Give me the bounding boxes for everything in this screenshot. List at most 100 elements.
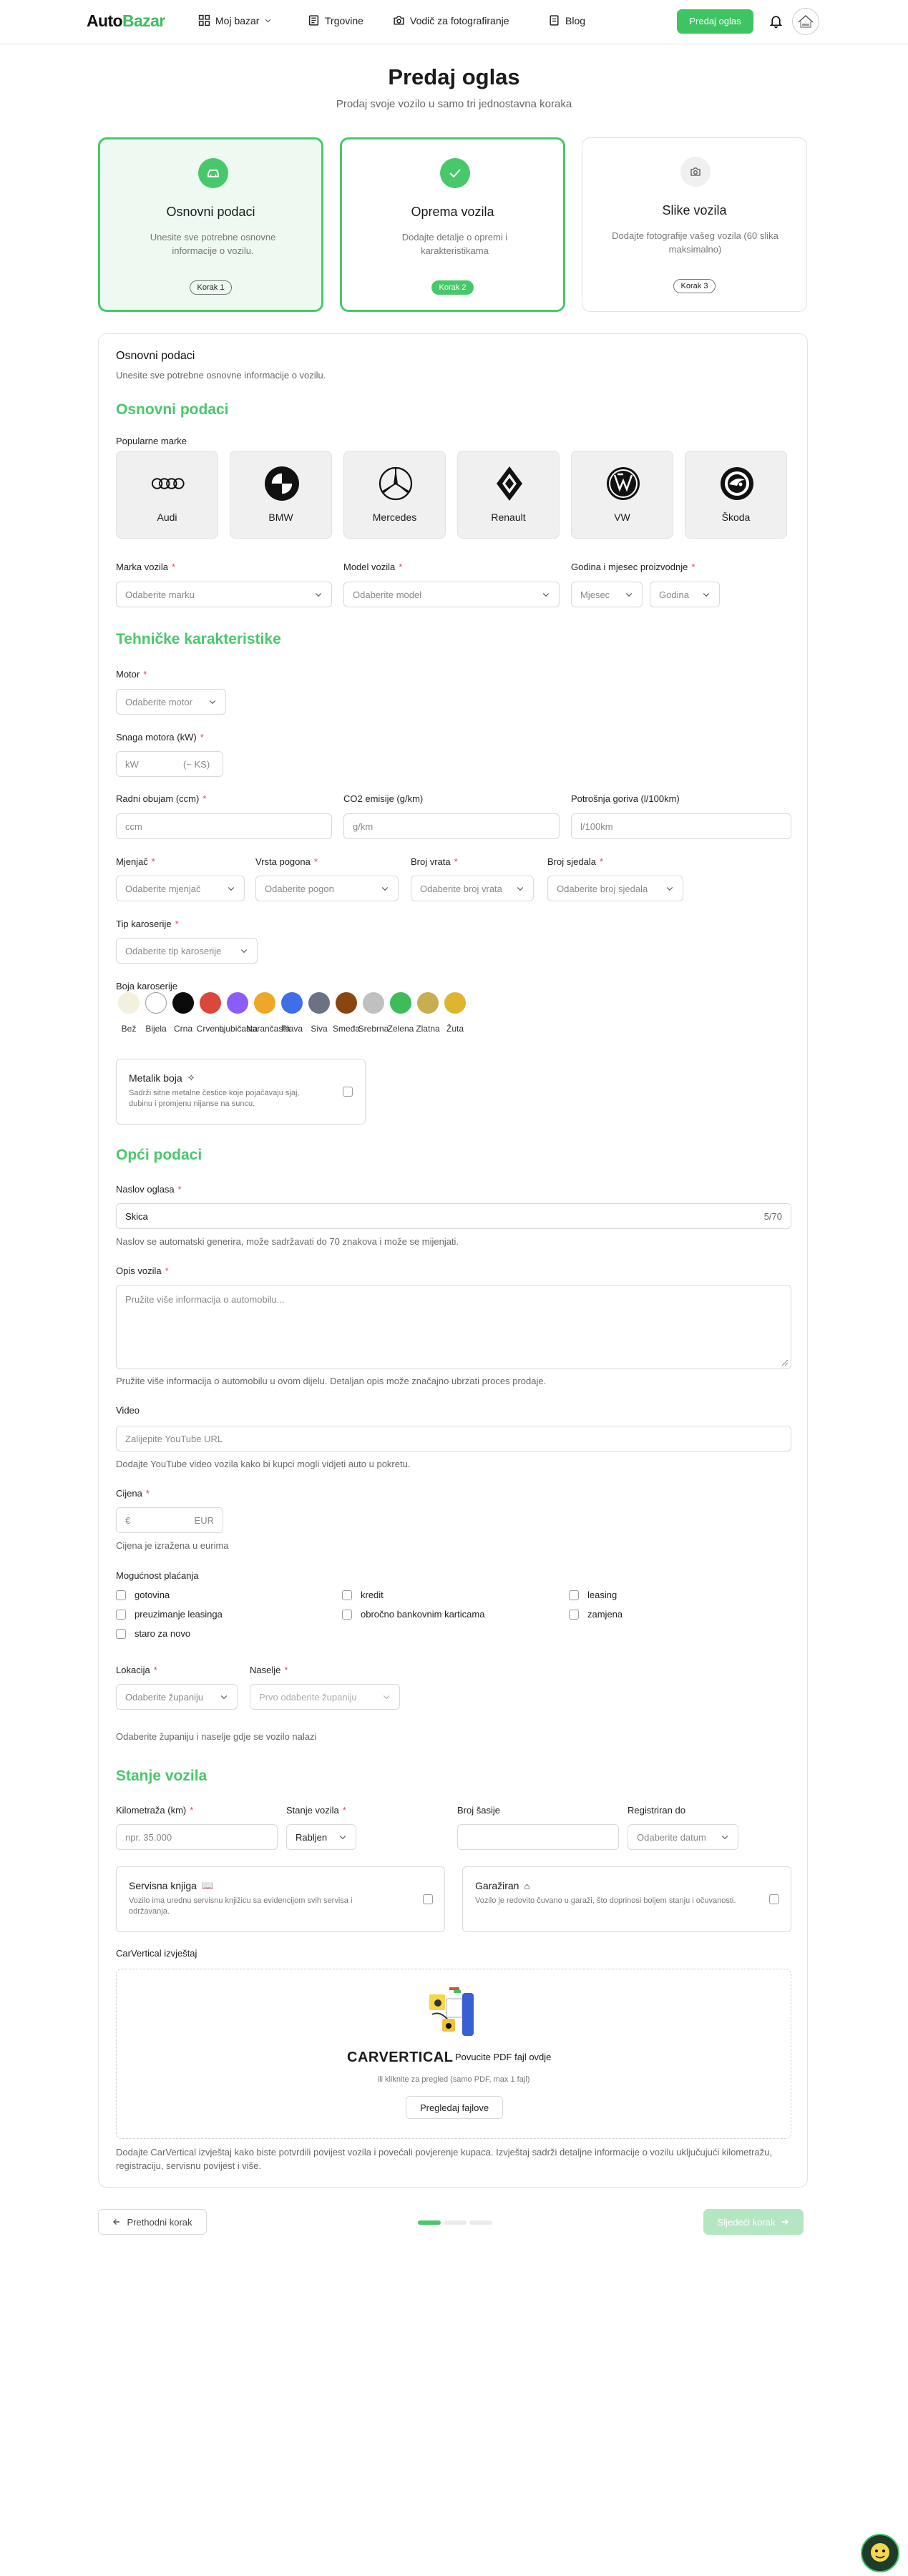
nav-trgovine[interactable]: Trgovine	[308, 14, 363, 26]
chevron-down-icon	[240, 949, 248, 954]
card-subtitle: Unesite sve potrebne osnovne informacije…	[116, 370, 326, 381]
nav-moj-bazar[interactable]: Moj bazar	[198, 14, 272, 26]
opis-textarea[interactable]: Pružite više informacija o automobilu...	[116, 1285, 791, 1369]
color-swatch[interactable]	[145, 992, 167, 1014]
color-swatch[interactable]	[281, 992, 303, 1014]
payment-checkbox[interactable]	[116, 1590, 126, 1600]
step-desc: Unesite sve potrebne osnovne informacije…	[150, 232, 276, 256]
naselje-select[interactable]: Prvo odaberite županiju	[250, 1684, 400, 1710]
payment-checkbox[interactable]	[569, 1590, 579, 1600]
brand-mercedes[interactable]: Mercedes	[343, 451, 446, 539]
help-widget[interactable]	[861, 2534, 899, 2572]
motor-select[interactable]: Odaberite motor	[116, 689, 226, 715]
color-swatch[interactable]	[118, 992, 140, 1014]
resize-handle-icon	[781, 1359, 789, 1366]
payment-checkbox[interactable]	[569, 1610, 579, 1620]
brand-audi[interactable]: Audi	[116, 451, 218, 539]
navbar: AutoBazar Moj bazar Trgovine Vodič za fo…	[0, 0, 908, 44]
color-swatch[interactable]	[308, 992, 330, 1014]
browse-files-button[interactable]: Pregledaj fajlove	[406, 2096, 503, 2119]
avatar[interactable]	[792, 8, 819, 35]
chevron-down-icon	[383, 1695, 390, 1700]
brand-bmw[interactable]: BMW	[230, 451, 332, 539]
color-swatch[interactable]	[363, 992, 384, 1014]
lokacija-select[interactable]: Odaberite županiju	[116, 1684, 238, 1710]
payment-option-label[interactable]: zamjena	[587, 1609, 623, 1620]
skoda-logo-icon	[719, 466, 755, 501]
reg-select[interactable]: Odaberite datum	[628, 1824, 738, 1850]
vw-logo-icon	[605, 466, 641, 501]
sasija-input[interactable]	[457, 1824, 619, 1850]
color-swatch[interactable]	[444, 992, 466, 1014]
chevron-down-icon	[666, 887, 673, 891]
stanje-select[interactable]: Rabljen	[286, 1824, 356, 1850]
co2-input[interactable]: g/km	[343, 813, 560, 839]
color-swatch[interactable]	[254, 992, 275, 1014]
payment-option-label[interactable]: staro za novo	[135, 1628, 190, 1639]
naslov-input[interactable]: Skica 5/70	[116, 1203, 791, 1229]
metalik-option[interactable]: Metalik boja ✧ Sadrži sitne metalne česti…	[116, 1059, 366, 1125]
bmw-logo-icon	[264, 466, 300, 501]
step-3[interactable]: Slike vozila Dodajte fotografije vašeg v…	[582, 137, 807, 312]
payment-checkbox[interactable]	[342, 1610, 352, 1620]
brand-skoda[interactable]: Škoda	[685, 451, 787, 539]
garaza-option[interactable]: Garažiran ⌂ Vozilo je redovito čuvano u g…	[462, 1866, 791, 1932]
color-swatch[interactable]	[227, 992, 248, 1014]
potrosnja-input[interactable]: l/100km	[571, 813, 791, 839]
color-swatch[interactable]	[172, 992, 194, 1014]
payment-option-label[interactable]: gotovina	[135, 1590, 170, 1600]
cv-upload-sub: ili kliknite za pregled (samo PDF, max 1…	[377, 2075, 530, 2084]
godina-select[interactable]: Godina	[650, 582, 720, 607]
color-swatch[interactable]	[417, 992, 439, 1014]
payment-checkbox[interactable]	[342, 1590, 352, 1600]
marka-select[interactable]: Odaberite marku	[116, 582, 332, 607]
cijena-input[interactable]: € EUR	[116, 1507, 223, 1533]
book-icon: 📖	[201, 1880, 214, 1891]
garaza-checkbox[interactable]	[769, 1894, 779, 1904]
pogon-select[interactable]: Odaberite pogon	[255, 876, 399, 901]
payment-option-label[interactable]: obročno bankovnim karticama	[361, 1609, 484, 1620]
mjesec-select[interactable]: Mjesec	[571, 582, 643, 607]
snaga-label: Snaga motora (kW) *	[116, 732, 204, 743]
payment-checkbox[interactable]	[116, 1610, 126, 1620]
char-count: 5/70	[763, 1210, 782, 1222]
marka-label: Marka vozila *	[116, 562, 176, 572]
brand-vw[interactable]: VW	[571, 451, 673, 539]
color-swatch[interactable]	[390, 992, 411, 1014]
progress-dot	[469, 2220, 492, 2225]
nav-blog[interactable]: Blog	[548, 14, 585, 26]
snaga-input[interactable]: kW (~ KS)	[116, 751, 223, 777]
previous-step-button[interactable]: Prethodni korak	[98, 2209, 207, 2235]
video-input[interactable]: Zalijepite YouTube URL	[116, 1426, 791, 1451]
km-input[interactable]: npr. 35.000	[116, 1824, 278, 1850]
chevron-down-icon	[228, 887, 235, 891]
obujam-input[interactable]: ccm	[116, 813, 332, 839]
sell-ad-button[interactable]: Predaj oglas	[677, 9, 753, 34]
color-swatch[interactable]	[336, 992, 357, 1014]
cv-dropzone[interactable]: CARVERTICAL Povucite PDF fajl ovdje ili …	[116, 1969, 791, 2139]
vrata-select[interactable]: Odaberite broj vrata	[411, 876, 534, 901]
payment-option-label[interactable]: leasing	[587, 1590, 617, 1600]
payment-checkbox[interactable]	[116, 1629, 126, 1639]
model-select[interactable]: Odaberite model	[343, 582, 560, 607]
payment-option-label[interactable]: preuzimanje leasinga	[135, 1609, 223, 1620]
servis-checkbox[interactable]	[423, 1894, 433, 1904]
servis-option[interactable]: Servisna knjiga 📖 Vozilo ima urednu servi…	[116, 1866, 445, 1932]
logo[interactable]: AutoBazar	[87, 11, 165, 31]
payment-option-label[interactable]: kredit	[361, 1590, 384, 1600]
karoserija-select[interactable]: Odaberite tip karoserije	[116, 938, 258, 964]
next-step-button[interactable]: Sljedeći korak	[703, 2209, 804, 2235]
metalik-checkbox[interactable]	[343, 1087, 353, 1097]
nav-vodic[interactable]: Vodič za fotografiranje	[393, 14, 509, 26]
mjenjac-select[interactable]: Odaberite mjenjač	[116, 876, 245, 901]
step-2[interactable]: Oprema vozila Dodajte detalje o opremi i…	[340, 137, 565, 312]
bell-icon[interactable]	[770, 14, 782, 28]
opis-help: Pružite više informacija o automobilu u …	[116, 1376, 547, 1386]
sjedala-select[interactable]: Odaberite broj sjedala	[547, 876, 683, 901]
chevron-down-icon	[542, 593, 550, 597]
video-help: Dodajte YouTube video vozila kako bi kup…	[116, 1459, 411, 1469]
brand-renault[interactable]: Renault	[457, 451, 560, 539]
color-swatch[interactable]	[200, 992, 221, 1014]
cv-label: CarVertical izvještaj	[116, 1948, 197, 1959]
step-1[interactable]: Osnovni podaci Unesite sve potrebne osno…	[98, 137, 323, 312]
